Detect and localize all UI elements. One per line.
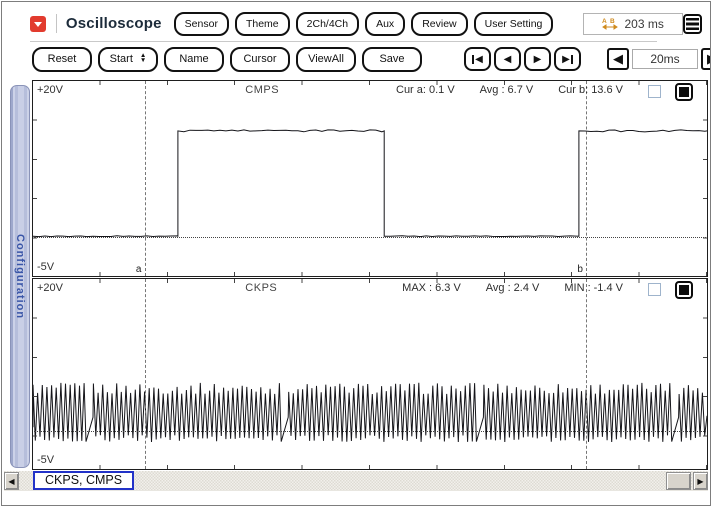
channel-panel-cmps[interactable]: a b +20V -5V CMPS Cur a:0.1 V Avg :6.7 V…	[32, 80, 708, 277]
svg-text:B: B	[610, 18, 615, 25]
channel-color-button[interactable]	[675, 281, 693, 299]
channel-color-swatch	[679, 87, 689, 97]
horizontal-scrollbar[interactable]: ◀ CKPS, CMPS ▶	[4, 471, 708, 491]
sensor-button[interactable]: Sensor	[174, 12, 229, 36]
measurements: Cur a:0.1 V Avg :6.7 V Cur b:13.6 V	[396, 84, 693, 101]
scroll-right-button[interactable]: ▶	[693, 472, 708, 490]
viewall-button[interactable]: ViewAll	[296, 47, 356, 72]
cursor-b-measurement: Cur b:13.6 V	[558, 84, 626, 96]
title-divider	[56, 14, 57, 33]
aux-button[interactable]: Aux	[365, 12, 405, 36]
review-button[interactable]: Review	[411, 12, 467, 36]
channel-checkbox[interactable]	[648, 283, 661, 296]
theme-button[interactable]: Theme	[235, 12, 290, 36]
channel-color-swatch	[679, 285, 689, 295]
skip-to-start-button[interactable]: ◀	[464, 47, 491, 71]
channel-panel-ckps[interactable]: +20V -5V CKPS MAX :6.3 V Avg :2.4 V MIN …	[32, 278, 708, 470]
save-button[interactable]: Save	[362, 47, 422, 72]
toolbar: Reset Start ▲▼ Name Cursor ViewAll Save …	[32, 46, 702, 72]
cursor-interval-display: A B 203 ms	[583, 13, 683, 35]
v-top-label: +20V	[37, 282, 63, 294]
start-button-label: Start	[110, 53, 133, 65]
min-measurement: MIN :-1.4 V	[564, 282, 626, 294]
ticks-bottom	[33, 465, 707, 469]
zero-volt-line	[34, 431, 706, 432]
max-measurement: MAX :6.3 V	[402, 282, 464, 294]
menu-bars-icon	[686, 18, 699, 30]
zero-volt-line	[34, 237, 706, 238]
cmps-waveform	[33, 81, 707, 276]
ckps-waveform	[33, 279, 707, 469]
timebase-control: ◀ 20ms ▶	[607, 48, 711, 70]
configuration-tab[interactable]: Configuration	[10, 85, 30, 468]
cursor-a-measurement: Cur a:0.1 V	[396, 84, 458, 96]
scroll-left-button[interactable]: ◀	[4, 472, 19, 490]
ticks-right	[703, 279, 707, 469]
cursor-a-line[interactable]	[145, 279, 146, 469]
ticks-bottom	[33, 272, 707, 276]
timebase-value: 20ms	[632, 49, 698, 69]
toolbar-divider	[30, 41, 657, 42]
user-setting-button[interactable]: User Setting	[474, 12, 554, 36]
avg-measurement: Avg :2.4 V	[486, 282, 543, 294]
ticks-left	[33, 279, 37, 469]
scrollbar-thumb[interactable]	[666, 472, 691, 490]
avg-measurement: Avg :6.7 V	[480, 84, 537, 96]
ab-interval-icon: A B	[602, 17, 618, 31]
configuration-tab-label: Configuration	[14, 234, 26, 319]
cursor-b-line[interactable]	[586, 81, 587, 276]
step-forward-button[interactable]: ▶	[524, 47, 551, 71]
channel-name: CKPS	[245, 282, 277, 294]
page-title: Oscilloscope	[66, 15, 162, 32]
cursor-a-line[interactable]	[145, 81, 146, 276]
reset-button[interactable]: Reset	[32, 47, 92, 72]
v-top-label: +20V	[37, 84, 63, 96]
menu-icon[interactable]	[683, 14, 702, 34]
v-bottom-label: -5V	[37, 261, 54, 273]
cursor-button[interactable]: Cursor	[230, 47, 290, 72]
measurements: MAX :6.3 V Avg :2.4 V MIN :-1.4 V	[402, 282, 693, 299]
channel-name: CMPS	[245, 84, 279, 96]
oscilloscope-window: Oscilloscope Sensor Theme 2Ch/4Ch Aux Re…	[1, 1, 711, 506]
channel-checkbox[interactable]	[648, 85, 661, 98]
channel-color-button[interactable]	[675, 83, 693, 101]
timebase-decrease-button[interactable]: ◀	[607, 48, 629, 70]
name-button[interactable]: Name	[164, 47, 224, 72]
start-button[interactable]: Start ▲▼	[98, 47, 158, 72]
cursor-b-line[interactable]	[586, 279, 587, 469]
playback-controls: ◀ ◀ ▶ ▶	[464, 47, 581, 71]
channel-mode-button[interactable]: 2Ch/4Ch	[296, 12, 359, 36]
app-dropdown-icon[interactable]	[30, 16, 46, 32]
start-spinner-icon[interactable]: ▲▼	[140, 54, 146, 64]
svg-text:A: A	[602, 18, 607, 25]
ticks-right	[703, 81, 707, 276]
ticks-left	[33, 81, 37, 276]
skip-to-end-button[interactable]: ▶	[554, 47, 581, 71]
cursor-interval-value: 203 ms	[624, 17, 663, 31]
v-bottom-label: -5V	[37, 454, 54, 466]
timebase-increase-button[interactable]: ▶	[701, 48, 711, 70]
active-channels-label: CKPS, CMPS	[33, 471, 134, 490]
step-back-button[interactable]: ◀	[494, 47, 521, 71]
title-bar: Oscilloscope Sensor Theme 2Ch/4Ch Aux Re…	[6, 7, 702, 40]
